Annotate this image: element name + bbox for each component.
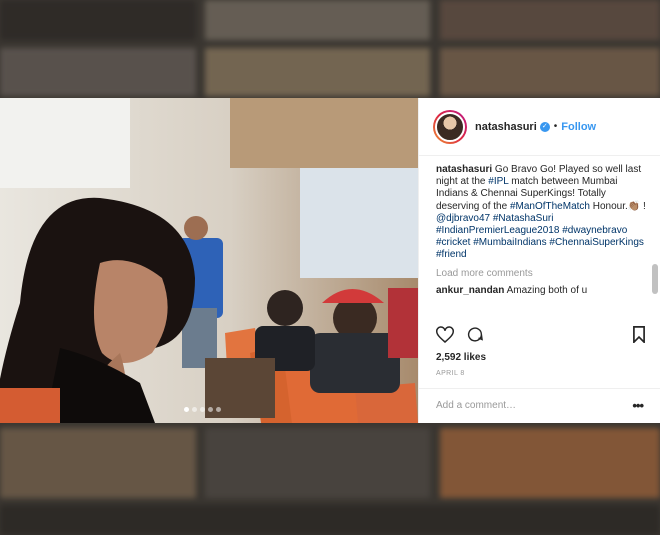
add-comment-bar: Add a comment… •••: [419, 388, 660, 423]
more-options-icon[interactable]: •••: [632, 398, 644, 413]
hashtag-link[interactable]: #dwaynebravo: [562, 225, 627, 236]
carousel-dot[interactable]: [192, 407, 197, 412]
hashtag-link[interactable]: #MumbaiIndians: [473, 237, 546, 248]
carousel-dot[interactable]: [200, 407, 205, 412]
username-link[interactable]: natashasuri: [475, 121, 537, 133]
comment-username-link[interactable]: ankur_nandan: [436, 285, 504, 296]
header-separator: •: [553, 121, 558, 132]
add-comment-input[interactable]: Add a comment…: [436, 400, 516, 411]
hashtag-link[interactable]: #ChennaiSuperKings: [549, 237, 644, 248]
hashtag-link[interactable]: #cricket: [436, 237, 470, 248]
comment-text: Amazing both of u: [506, 284, 588, 296]
comment-item: ankur_nandan Amazing both of u: [436, 285, 649, 297]
hashtag-link[interactable]: #ManOfTheMatch: [510, 201, 590, 212]
comment-icon[interactable]: [466, 326, 484, 348]
caption-username-link[interactable]: natashasuri: [436, 164, 492, 175]
heart-icon[interactable]: [436, 326, 454, 348]
comments-list: natashasuri Go Bravo Go! Played so well …: [436, 164, 649, 414]
avatar[interactable]: [433, 109, 467, 144]
hashtag-link[interactable]: #IPL: [488, 176, 508, 187]
carousel-dot[interactable]: [216, 407, 221, 412]
follow-button[interactable]: Follow: [561, 121, 596, 133]
carousel-dot[interactable]: [208, 407, 213, 412]
scrollbar-thumb[interactable]: [652, 264, 658, 294]
hashtag-link[interactable]: #friend: [436, 249, 467, 260]
post-actions: [436, 326, 484, 348]
hashtag-link[interactable]: #IndianPremierLeague2018: [436, 225, 559, 236]
carousel-dot[interactable]: [184, 407, 189, 412]
hashtag-link[interactable]: @djbravo47: [436, 213, 490, 224]
caption-block: natashasuri Go Bravo Go! Played so well …: [436, 164, 649, 262]
post-modal: natashasuri ✓ • Follow natashasuri Go Br…: [0, 98, 660, 423]
verified-badge-icon: ✓: [539, 121, 550, 132]
bookmark-icon[interactable]: [632, 326, 646, 348]
post-date[interactable]: APRIL 8: [436, 370, 465, 377]
post-photo[interactable]: [0, 98, 418, 423]
photo-illustration: [0, 98, 418, 423]
hashtag-link[interactable]: #NatashaSuri: [493, 213, 554, 224]
post-header: natashasuri ✓ • Follow: [419, 98, 660, 156]
caption-text: Go Bravo Go! Played so well last night a…: [436, 164, 646, 260]
post-side-panel: natashasuri ✓ • Follow natashasuri Go Br…: [418, 98, 660, 423]
carousel-indicator: [184, 407, 221, 412]
likes-count[interactable]: 2,592 likes: [436, 352, 486, 363]
caption-fragment: Honour.👏🏽 !: [589, 200, 646, 212]
load-more-comments-button[interactable]: Load more comments: [436, 268, 649, 280]
